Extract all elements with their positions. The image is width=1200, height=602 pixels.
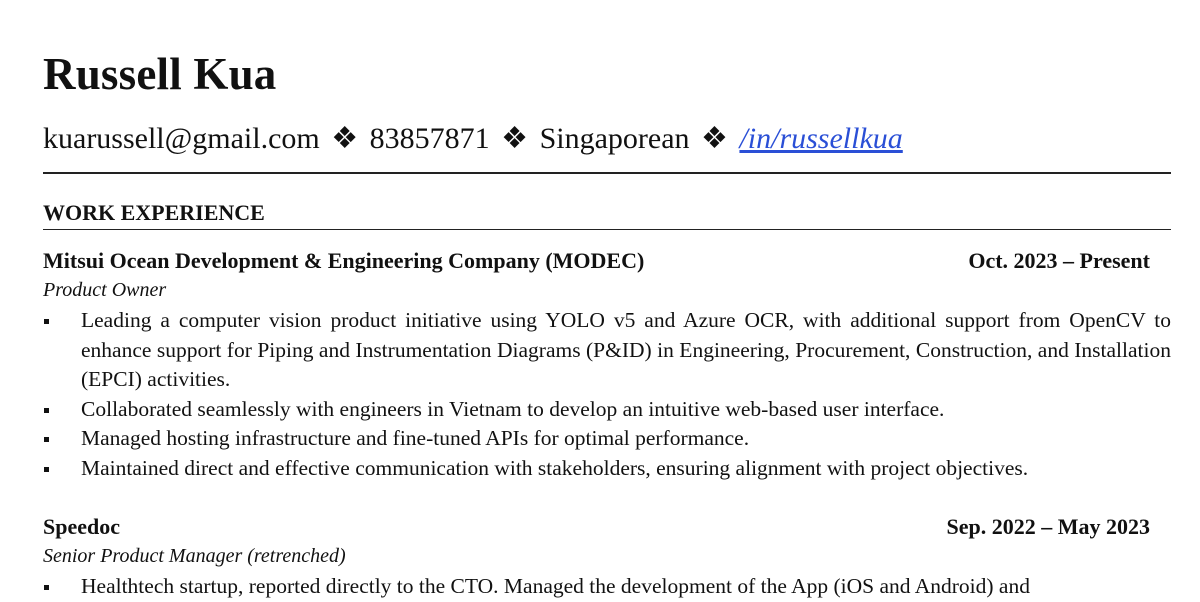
contact-line: kuarussell@gmail.com ❖ 83857871 ❖ Singap… [43, 121, 903, 156]
email: kuarussell@gmail.com [43, 122, 320, 155]
job-entry-modec: Mitsui Ocean Development & Engineering C… [43, 246, 1171, 483]
job-dates: Oct. 2023 – Present [968, 248, 1150, 273]
job-role: Senior Product Manager (retrenched) [43, 545, 346, 567]
nationality: Singaporean [539, 122, 690, 155]
resume-page: Russell Kua kuarussell@gmail.com ❖ 83857… [0, 0, 1200, 600]
linkedin-link[interactable]: /in/russellkua [739, 122, 902, 155]
phone: 83857871 [369, 122, 490, 155]
company-name: Speedoc [43, 514, 120, 539]
separator-icon: ❖ [331, 122, 359, 155]
job-dates: Sep. 2022 – May 2023 [946, 514, 1151, 539]
header-divider [43, 172, 1171, 174]
candidate-name: Russell Kua [43, 49, 277, 99]
bullet-item: Managed hosting infrastructure and fine-… [43, 424, 1171, 454]
section-divider [43, 229, 1171, 230]
bullet-item: Collaborated seamlessly with engineers i… [43, 395, 1171, 425]
company-name: Mitsui Ocean Development & Engineering C… [43, 248, 645, 273]
bullet-item: Leading a computer vision product initia… [43, 306, 1171, 395]
separator-icon: ❖ [701, 122, 728, 155]
job-role: Product Owner [43, 279, 167, 301]
job-header: Speedoc Sep. 2022 – May 2023 [43, 512, 1150, 542]
section-heading-work-experience: WORK EXPERIENCE [43, 200, 265, 225]
job-header: Mitsui Ocean Development & Engineering C… [43, 246, 1150, 276]
job-bullets: Healthtech startup, reported directly to… [43, 572, 1171, 602]
separator-icon: ❖ [501, 122, 529, 155]
job-entry-speedoc: Speedoc Sep. 2022 – May 2023 Senior Prod… [43, 512, 1150, 602]
bullet-item: Maintained direct and effective communic… [43, 454, 1171, 484]
job-bullets: Leading a computer vision product initia… [43, 306, 1171, 483]
bullet-item: Healthtech startup, reported directly to… [43, 572, 1171, 602]
